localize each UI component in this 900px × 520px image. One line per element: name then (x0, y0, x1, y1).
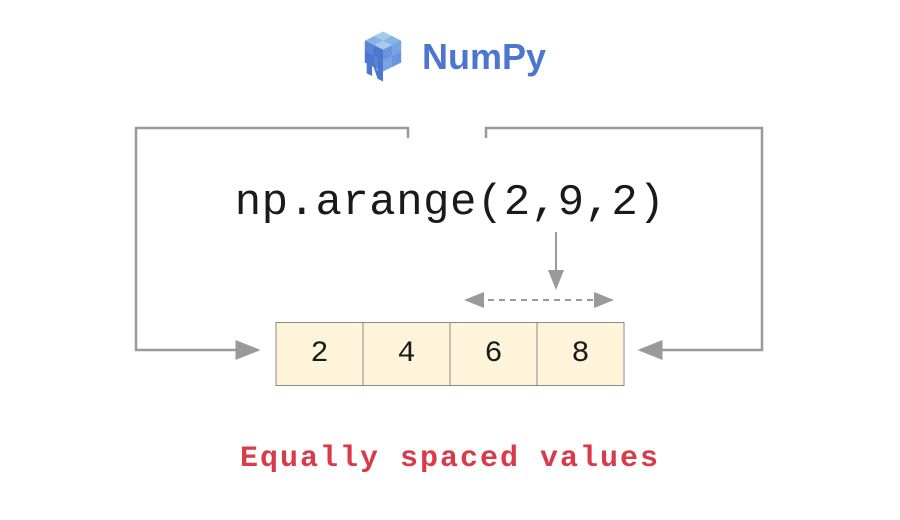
numpy-logo: NumPy (354, 28, 546, 86)
array-cell: 4 (363, 322, 451, 386)
stop-arrow (486, 128, 762, 350)
diagram-caption: Equally spaced values (240, 442, 660, 476)
numpy-logo-text: NumPy (422, 36, 546, 78)
array-cell: 6 (450, 322, 538, 386)
start-arrow (136, 128, 408, 350)
code-expression: np.arange(2,9,2) (235, 178, 665, 228)
result-array: 2 4 6 8 (276, 322, 625, 386)
numpy-cube-icon (354, 28, 412, 86)
array-cell: 8 (537, 322, 625, 386)
array-cell: 2 (276, 322, 364, 386)
